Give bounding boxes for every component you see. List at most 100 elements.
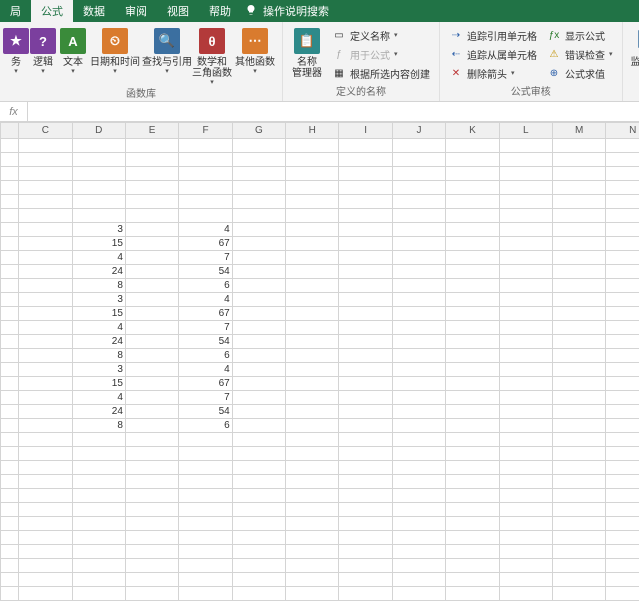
tab-review[interactable]: 审阅 xyxy=(115,0,157,22)
col-header-G[interactable]: G xyxy=(232,123,285,139)
cell-C13[interactable] xyxy=(19,307,72,321)
cell-I26[interactable] xyxy=(339,489,392,503)
cell-H30[interactable] xyxy=(286,545,339,559)
text-button[interactable]: A 文本 ▾ xyxy=(58,24,88,78)
cell-D19[interactable]: 4 xyxy=(72,391,125,405)
cell-N1[interactable] xyxy=(606,139,639,153)
math-button[interactable]: θ 数学和 三角函数 ▾ xyxy=(192,24,232,89)
cell-F25[interactable] xyxy=(179,475,232,489)
cell-H29[interactable] xyxy=(286,531,339,545)
cell-I11[interactable] xyxy=(339,279,392,293)
cell-K19[interactable] xyxy=(446,391,499,405)
cell-I28[interactable] xyxy=(339,517,392,531)
cell-K10[interactable] xyxy=(446,265,499,279)
cell-H26[interactable] xyxy=(286,489,339,503)
cell-H5[interactable] xyxy=(286,195,339,209)
cell-F8[interactable]: 67 xyxy=(179,237,232,251)
cell-C18[interactable] xyxy=(19,377,72,391)
cell-K7[interactable] xyxy=(446,223,499,237)
cell-D3[interactable] xyxy=(72,167,125,181)
cell-F13[interactable]: 67 xyxy=(179,307,232,321)
cell-F4[interactable] xyxy=(179,181,232,195)
cell[interactable] xyxy=(1,559,19,573)
cell-M16[interactable] xyxy=(553,349,606,363)
cell-N2[interactable] xyxy=(606,153,639,167)
cell-C2[interactable] xyxy=(19,153,72,167)
cell-M25[interactable] xyxy=(553,475,606,489)
define-name-button[interactable]: ▭ 定义名称 ▾ xyxy=(329,26,433,45)
cell-C32[interactable] xyxy=(19,573,72,587)
cell-K4[interactable] xyxy=(446,181,499,195)
cell-D18[interactable]: 15 xyxy=(72,377,125,391)
cell-M2[interactable] xyxy=(553,153,606,167)
cell-I17[interactable] xyxy=(339,363,392,377)
cell-H13[interactable] xyxy=(286,307,339,321)
cell[interactable] xyxy=(1,195,19,209)
cell-D21[interactable]: 8 xyxy=(72,419,125,433)
cell-L32[interactable] xyxy=(499,573,552,587)
cell-K11[interactable] xyxy=(446,279,499,293)
col-header-F[interactable]: F xyxy=(179,123,232,139)
cell-E28[interactable] xyxy=(125,517,178,531)
cell-M15[interactable] xyxy=(553,335,606,349)
cell[interactable] xyxy=(1,265,19,279)
cell[interactable] xyxy=(1,167,19,181)
lookup-button[interactable]: 🔍 查找与引用 ▾ xyxy=(142,24,192,78)
cell[interactable] xyxy=(1,391,19,405)
cell-K9[interactable] xyxy=(446,251,499,265)
cell-F23[interactable] xyxy=(179,447,232,461)
cell-N33[interactable] xyxy=(606,587,639,601)
cell-G22[interactable] xyxy=(232,433,285,447)
cell-E7[interactable] xyxy=(125,223,178,237)
cell-F28[interactable] xyxy=(179,517,232,531)
tab-help[interactable]: 帮助 xyxy=(199,0,241,22)
cell-E33[interactable] xyxy=(125,587,178,601)
create-from-selection-button[interactable]: ▦ 根据所选内容创建 xyxy=(329,64,433,83)
cell-I18[interactable] xyxy=(339,377,392,391)
cell[interactable] xyxy=(1,545,19,559)
cell-D30[interactable] xyxy=(72,545,125,559)
cell-K15[interactable] xyxy=(446,335,499,349)
cell-D8[interactable]: 15 xyxy=(72,237,125,251)
cell-N16[interactable] xyxy=(606,349,639,363)
cell-F19[interactable]: 7 xyxy=(179,391,232,405)
cell-D1[interactable] xyxy=(72,139,125,153)
cell-M11[interactable] xyxy=(553,279,606,293)
cell-H7[interactable] xyxy=(286,223,339,237)
cell-N24[interactable] xyxy=(606,461,639,475)
cell-K2[interactable] xyxy=(446,153,499,167)
cell-H3[interactable] xyxy=(286,167,339,181)
cell-I31[interactable] xyxy=(339,559,392,573)
cell-F29[interactable] xyxy=(179,531,232,545)
col-header-L[interactable]: L xyxy=(499,123,552,139)
cell-N28[interactable] xyxy=(606,517,639,531)
name-manager-button[interactable]: 📋 名称 管理器 xyxy=(287,24,327,81)
cell-L28[interactable] xyxy=(499,517,552,531)
cell[interactable] xyxy=(1,433,19,447)
cell-J33[interactable] xyxy=(392,587,445,601)
cell-H32[interactable] xyxy=(286,573,339,587)
services-button[interactable]: ★ 务 ▾ xyxy=(4,24,28,78)
cell-J20[interactable] xyxy=(392,405,445,419)
cell-E3[interactable] xyxy=(125,167,178,181)
cell-F2[interactable] xyxy=(179,153,232,167)
cell-M23[interactable] xyxy=(553,447,606,461)
cell-C22[interactable] xyxy=(19,433,72,447)
cell-G31[interactable] xyxy=(232,559,285,573)
cell-D10[interactable]: 24 xyxy=(72,265,125,279)
col-header-blank[interactable] xyxy=(1,123,19,139)
cell-K26[interactable] xyxy=(446,489,499,503)
cell-J9[interactable] xyxy=(392,251,445,265)
cell-I21[interactable] xyxy=(339,419,392,433)
cell-N8[interactable] xyxy=(606,237,639,251)
cell-M22[interactable] xyxy=(553,433,606,447)
cell-L3[interactable] xyxy=(499,167,552,181)
show-formulas-button[interactable]: ƒx 显示公式 xyxy=(544,26,616,45)
cell-D12[interactable]: 3 xyxy=(72,293,125,307)
cell[interactable] xyxy=(1,377,19,391)
cell-L21[interactable] xyxy=(499,419,552,433)
cell-K8[interactable] xyxy=(446,237,499,251)
cell-G26[interactable] xyxy=(232,489,285,503)
cell-L14[interactable] xyxy=(499,321,552,335)
cell-L8[interactable] xyxy=(499,237,552,251)
